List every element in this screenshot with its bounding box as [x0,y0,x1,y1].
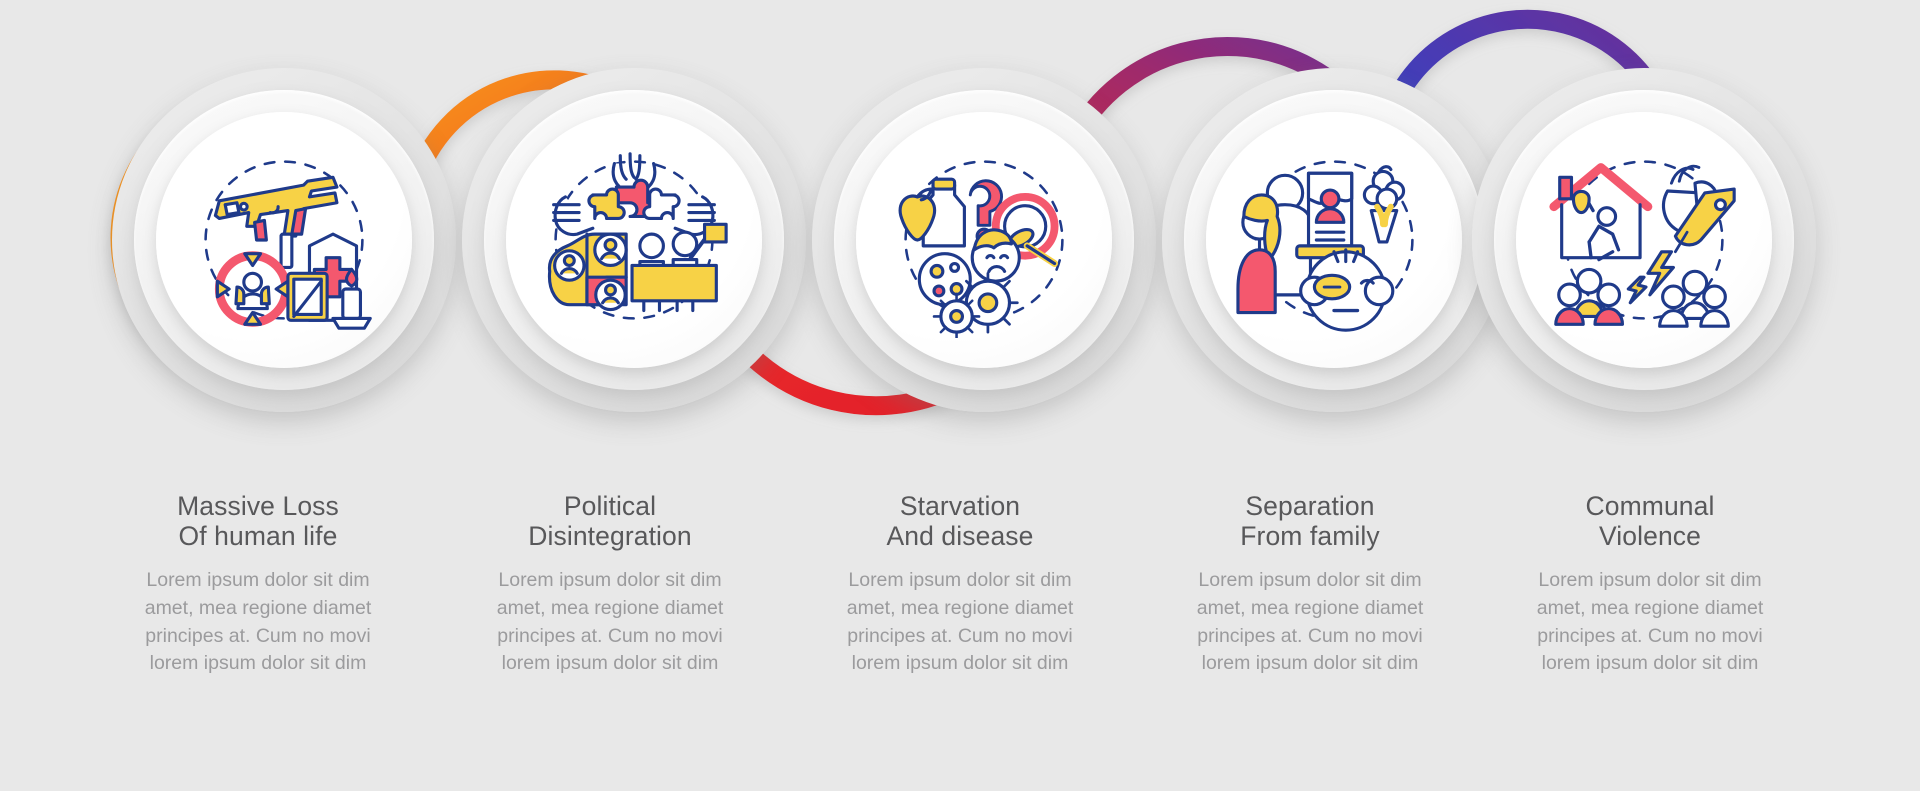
step-circle-5[interactable] [1472,68,1816,412]
separation-from-family-icon [1236,160,1414,332]
step-caption-4: Separation From family Lorem ipsum dolor… [1160,491,1460,678]
communal-violence-icon [1549,160,1736,328]
icon-disc-3 [856,112,1112,368]
political-disintegration-icon [547,152,728,320]
step-title-2: Political Disintegration [528,491,692,551]
step-circle-2[interactable] [462,68,806,412]
step-title-1: Massive Loss Of human life [177,491,339,551]
step-body-3: Lorem ipsum dolor sit dim amet, mea regi… [846,569,1074,675]
step-title-3: Starvation And disease [886,491,1034,551]
step-title-4: Separation From family [1240,491,1380,551]
step-body-2: Lorem ipsum dolor sit dim amet, mea regi… [496,569,724,675]
starvation-and-disease-icon [898,160,1064,338]
step-circle-1[interactable] [112,68,456,412]
step-body-4: Lorem ipsum dolor sit dim amet, mea regi… [1196,569,1424,675]
massive-loss-of-human-life-icon [204,160,372,330]
icon-disc-2 [506,112,762,368]
icon-disc-4 [1206,112,1462,368]
step-caption-1: Massive Loss Of human life Lorem ipsum d… [108,491,408,678]
step-circle-4[interactable] [1162,68,1506,412]
step-title-5: Communal Violence [1585,491,1715,551]
step-body-5: Lorem ipsum dolor sit dim amet, mea regi… [1536,569,1764,675]
icon-disc-1 [156,112,412,368]
infographic-canvas: Massive Loss Of human life Lorem ipsum d… [0,0,1920,791]
step-caption-5: Communal Violence Lorem ipsum dolor sit … [1500,491,1800,678]
step-caption-3: Starvation And disease Lorem ipsum dolor… [810,491,1110,678]
step-body-1: Lorem ipsum dolor sit dim amet, mea regi… [144,569,372,675]
step-circle-3[interactable] [812,68,1156,412]
icon-disc-5 [1516,112,1772,368]
step-caption-2: Political Disintegration Lorem ipsum dol… [460,491,760,678]
